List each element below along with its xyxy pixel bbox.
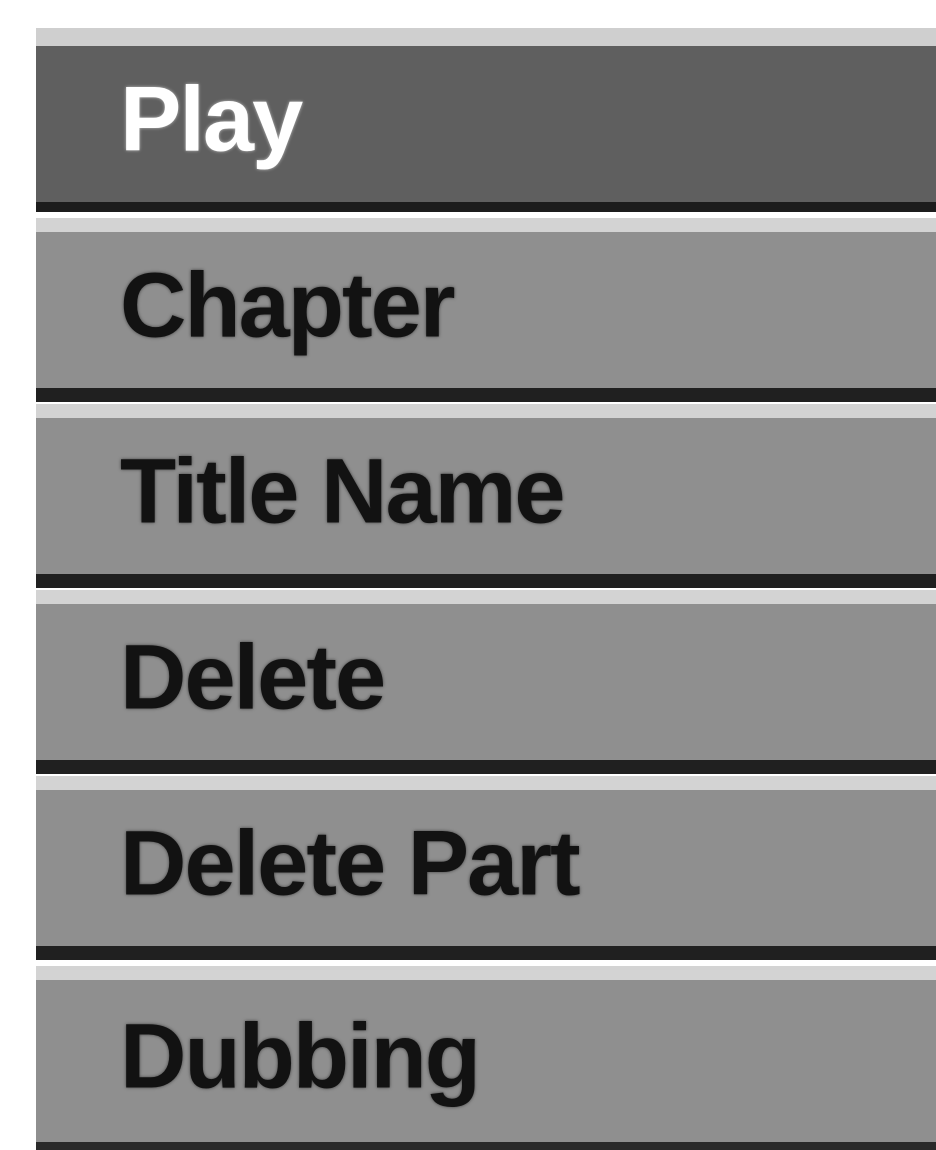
menu-item-dubbing[interactable]: Dubbing bbox=[36, 966, 936, 1150]
menu-item-title-name[interactable]: Title Name bbox=[36, 404, 936, 588]
menu-item-label: Dubbing bbox=[120, 1005, 481, 1108]
menu-item-label: Delete Part bbox=[120, 812, 581, 915]
menu-item-delete[interactable]: Delete bbox=[36, 590, 936, 774]
menu-item-label: Delete bbox=[120, 626, 386, 729]
menu-item-label: Chapter bbox=[120, 254, 456, 357]
menu-item-label: Title Name bbox=[120, 440, 566, 543]
context-menu: Play Chapter Title Name Delete Delete Pa… bbox=[36, 28, 936, 1150]
menu-item-chapter[interactable]: Chapter bbox=[36, 218, 936, 402]
menu-item-play[interactable]: Play bbox=[36, 28, 936, 212]
menu-item-delete-part[interactable]: Delete Part bbox=[36, 776, 936, 960]
menu-item-label: Play bbox=[120, 68, 303, 171]
